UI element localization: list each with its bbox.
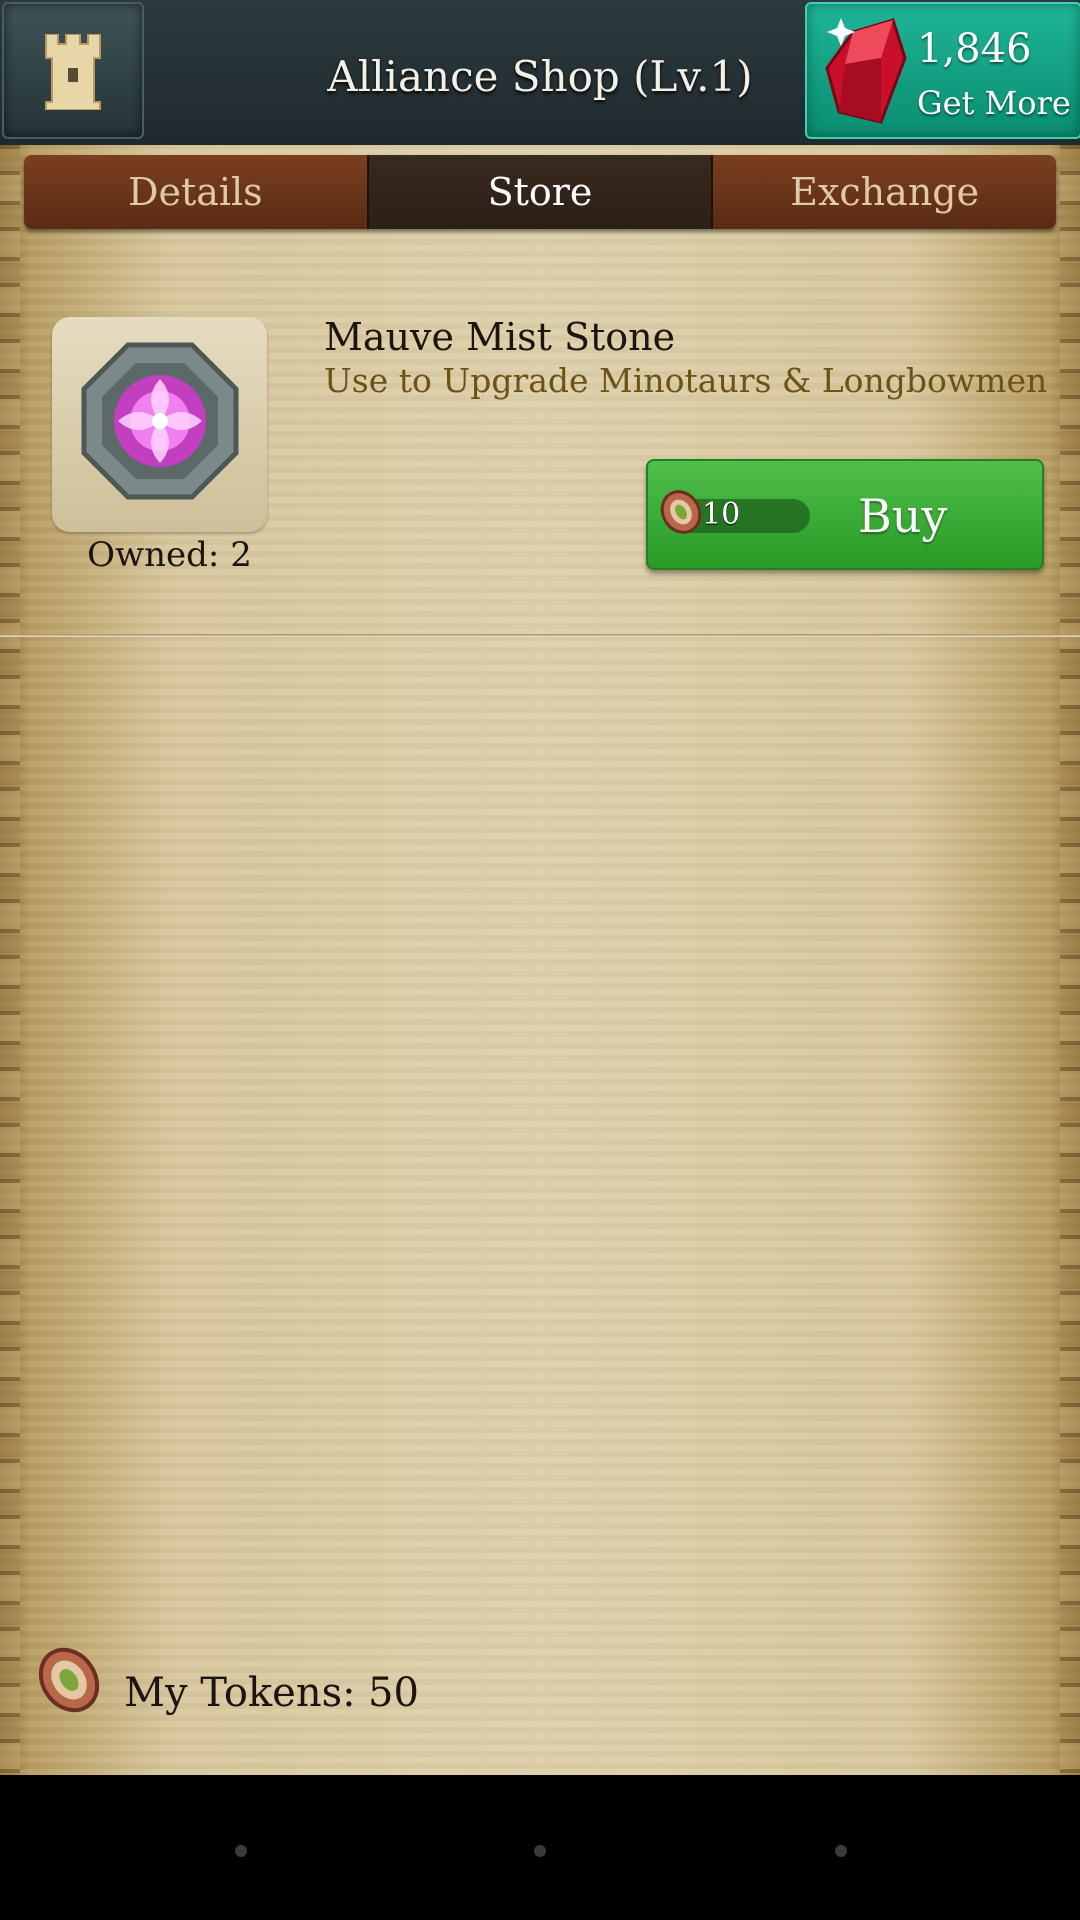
nav-recents-button[interactable] [835, 1845, 847, 1857]
alliance-token-icon [38, 1647, 100, 1713]
red-gem-icon [825, 18, 907, 124]
row-divider [0, 634, 1080, 637]
system-nav-bar [0, 1775, 1080, 1920]
page-title: Alliance Shop (Lv.1) [327, 52, 753, 101]
alliance-token-icon [660, 490, 702, 534]
price-value: 10 [702, 497, 741, 532]
gem-count: 1,846 [917, 26, 1032, 72]
castle-tower-icon [45, 34, 101, 110]
my-tokens-value: 50 [368, 1670, 419, 1716]
item-description: Use to Upgrade Minotaurs & Longbowmen [324, 361, 1048, 400]
buy-label: Buy [858, 489, 948, 543]
item-tile[interactable] [52, 317, 267, 532]
get-more-label: Get More [917, 84, 1071, 122]
price-tag: 10 [660, 490, 810, 534]
mauve-mist-stone-icon [81, 342, 239, 500]
tab-details[interactable]: Details [24, 155, 367, 229]
shop-panel: Details Store Exchange Owned: 2 Mauve Mi… [0, 145, 1080, 1775]
top-bar: Alliance Shop (Lv.1) 1,846 Get More [0, 0, 1080, 149]
tab-store[interactable]: Store [366, 155, 714, 229]
item-name: Mauve Mist Stone [324, 315, 676, 359]
tab-bar: Details Store Exchange [24, 155, 1056, 229]
parchment-border-left [0, 145, 20, 1775]
buy-button[interactable]: 10 Buy [646, 459, 1044, 570]
my-tokens-label: My Tokens: [124, 1670, 356, 1716]
owned-count: Owned: 2 [87, 535, 252, 575]
castle-button[interactable] [2, 2, 144, 139]
nav-home-button[interactable] [534, 1845, 546, 1857]
tab-exchange[interactable]: Exchange [713, 155, 1056, 229]
nav-back-button[interactable] [235, 1845, 247, 1857]
parchment-border-right [1060, 145, 1080, 1775]
get-more-gems-button[interactable]: 1,846 Get More [805, 2, 1080, 139]
